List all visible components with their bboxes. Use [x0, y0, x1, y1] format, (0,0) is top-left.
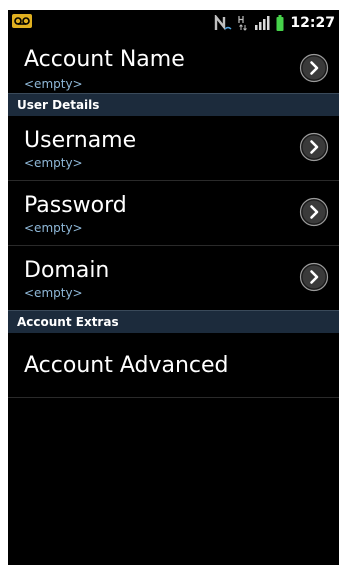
pref-summary: <empty> [24, 221, 83, 235]
phone-screen: 12:27 Account Name <empty> User Details … [8, 10, 339, 565]
status-bar: 12:27 [8, 10, 339, 35]
voicemail-icon [12, 14, 32, 28]
data-hspa-icon [238, 15, 248, 31]
pref-summary: <empty> [24, 286, 83, 300]
chevron-right-icon[interactable] [299, 132, 329, 162]
status-time: 12:27 [290, 14, 335, 31]
nfc-icon [215, 14, 232, 30]
battery-icon [276, 14, 284, 31]
pref-summary: <empty> [24, 156, 83, 170]
pref-account-name[interactable]: Account Name <empty> [8, 35, 339, 93]
chevron-right-icon[interactable] [299, 53, 329, 83]
pref-domain[interactable]: Domain <empty> [8, 246, 339, 310]
chevron-right-icon[interactable] [299, 262, 329, 292]
pref-account-advanced[interactable]: Account Advanced [8, 333, 339, 398]
section-header-account-extras: Account Extras [8, 310, 339, 333]
pref-password[interactable]: Password <empty> [8, 181, 339, 246]
chevron-right-icon[interactable] [299, 197, 329, 227]
pref-summary: <empty> [24, 77, 83, 91]
pref-title: Account Name [24, 47, 185, 72]
pref-username[interactable]: Username <empty> [8, 116, 339, 181]
pref-title: Username [24, 128, 137, 153]
pref-title: Account Advanced [24, 353, 229, 378]
signal-icon [255, 15, 270, 30]
pref-title: Domain [24, 258, 110, 283]
pref-title: Password [24, 193, 127, 218]
section-header-user-details: User Details [8, 93, 339, 116]
